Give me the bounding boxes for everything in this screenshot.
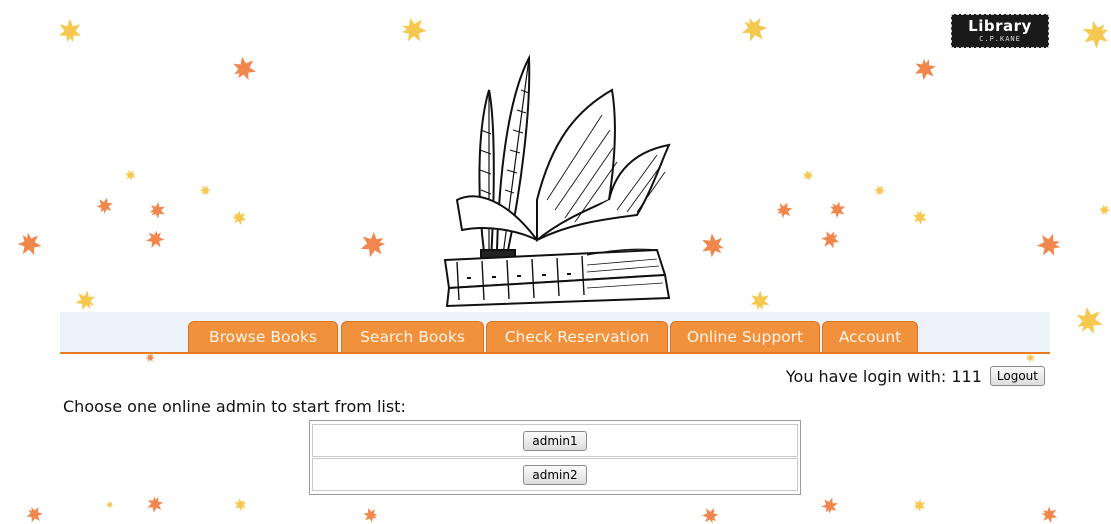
maple-leaf-icon bbox=[358, 231, 386, 259]
maple-leaf-icon bbox=[1041, 506, 1059, 524]
admin2-button[interactable]: admin2 bbox=[523, 464, 587, 485]
maple-leaf-icon bbox=[820, 230, 840, 250]
maple-leaf-icon bbox=[362, 507, 378, 523]
maple-leaf-icon bbox=[1080, 20, 1110, 50]
maple-leaf-icon bbox=[741, 16, 769, 44]
list-item: admin1 bbox=[312, 424, 798, 457]
logout-button[interactable]: Logout bbox=[989, 366, 1045, 386]
maple-leaf-icon bbox=[1025, 353, 1035, 363]
book-quill-illustration bbox=[437, 50, 673, 308]
maple-leaf-icon bbox=[1099, 204, 1111, 216]
login-text: You have login with: 111 bbox=[785, 366, 982, 386]
maple-leaf-icon bbox=[232, 55, 258, 81]
maple-leaf-icon bbox=[874, 184, 886, 196]
maple-leaf-icon bbox=[749, 289, 771, 311]
maple-leaf-icon bbox=[233, 498, 247, 512]
maple-leaf-icon bbox=[149, 201, 167, 219]
tab-online-support[interactable]: Online Support bbox=[670, 321, 820, 352]
tab-check-reservation[interactable]: Check Reservation bbox=[486, 321, 668, 352]
maple-leaf-icon bbox=[199, 184, 211, 196]
login-status: You have login with: 111 Logout bbox=[786, 366, 1045, 386]
list-item: admin2 bbox=[312, 458, 798, 491]
maple-leaf-icon bbox=[232, 210, 248, 226]
logo-subtitle: C.P.KANE bbox=[979, 35, 1021, 43]
maple-leaf-icon bbox=[124, 169, 136, 181]
maple-leaf-icon bbox=[1035, 232, 1061, 258]
maple-leaf-icon bbox=[26, 506, 44, 524]
maple-leaf-icon bbox=[699, 232, 725, 258]
maple-leaf-icon bbox=[146, 496, 164, 514]
maple-leaf-icon bbox=[829, 201, 847, 219]
maple-leaf-icon bbox=[17, 232, 43, 258]
maple-leaf-icon bbox=[802, 169, 814, 181]
main-nav: Browse Books Search Books Check Reservat… bbox=[60, 312, 1050, 354]
maple-leaf-icon bbox=[145, 230, 165, 250]
logo-title: Library bbox=[968, 17, 1032, 35]
maple-leaf-icon bbox=[776, 201, 794, 219]
maple-leaf-icon bbox=[74, 289, 96, 311]
admin-list: admin1 admin2 bbox=[309, 420, 801, 495]
maple-leaf-icon bbox=[912, 210, 928, 226]
tab-search-books[interactable]: Search Books bbox=[341, 321, 484, 352]
admin1-button[interactable]: admin1 bbox=[523, 430, 587, 451]
maple-leaf-icon bbox=[96, 196, 114, 214]
maple-leaf-icon bbox=[1075, 305, 1105, 335]
maple-leaf-icon bbox=[913, 58, 937, 82]
maple-leaf-icon bbox=[57, 17, 83, 43]
maple-leaf-icon bbox=[701, 506, 719, 524]
maple-leaf-icon bbox=[106, 501, 114, 509]
maple-leaf-icon bbox=[401, 16, 429, 44]
library-logo[interactable]: Library C.P.KANE bbox=[951, 14, 1049, 48]
admin-list-instruction: Choose one online admin to start from li… bbox=[63, 397, 406, 416]
tab-account[interactable]: Account bbox=[822, 321, 918, 352]
maple-leaf-icon bbox=[913, 498, 927, 512]
maple-leaf-icon bbox=[821, 496, 839, 514]
tab-browse-books[interactable]: Browse Books bbox=[188, 321, 338, 352]
maple-leaf-icon bbox=[145, 353, 155, 363]
